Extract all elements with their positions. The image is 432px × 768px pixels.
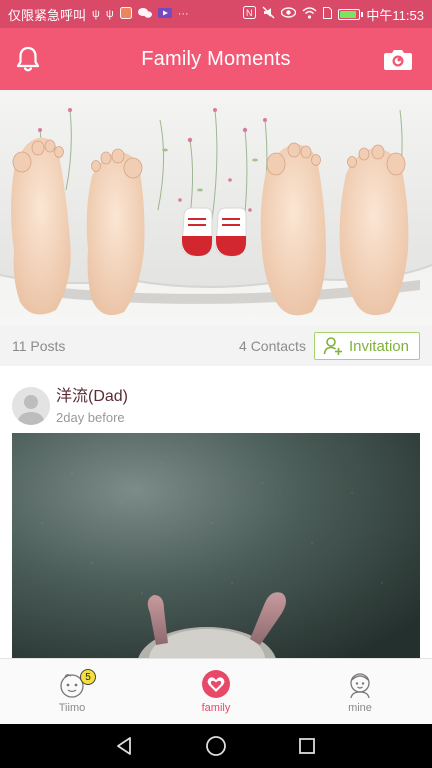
- tab-tiimo[interactable]: 5 Tiimo: [0, 659, 144, 724]
- usb-icon: ψ: [105, 8, 114, 20]
- tab-label: family: [201, 702, 231, 714]
- status-bar: 仅限紧急呼叫 ψ ψ ··· N 中午11:53: [0, 0, 432, 28]
- battery-level: [340, 10, 356, 18]
- stats-bar: 11 Posts 4 Contacts Invitation: [0, 326, 432, 366]
- carpet-photo: [12, 433, 420, 658]
- svg-text:N: N: [246, 8, 253, 18]
- post-header: 洋流(Dad) 2day before: [0, 366, 432, 432]
- nfc-icon: N: [243, 6, 257, 22]
- avatar[interactable]: [12, 386, 50, 425]
- default-avatar-icon: [12, 386, 50, 425]
- back-button[interactable]: [110, 731, 140, 761]
- carrier-text: 仅限紧急呼叫: [8, 7, 87, 23]
- family-heart-icon: [202, 670, 230, 698]
- app-icon: [119, 6, 132, 22]
- app-header: Family Moments: [0, 28, 432, 90]
- post-meta: 洋流(Dad) 2day before: [56, 387, 128, 425]
- tab-label: mine: [348, 702, 372, 714]
- recents-square-icon: [298, 738, 315, 754]
- back-triangle-icon: [117, 737, 132, 755]
- wechat-icon: [137, 7, 152, 22]
- post-time: 2day before: [56, 409, 125, 425]
- battery-icon: [338, 8, 364, 20]
- usb-icon: ψ: [92, 8, 100, 20]
- recents-button[interactable]: [292, 731, 322, 761]
- tab-family[interactable]: family: [144, 659, 288, 724]
- post-author[interactable]: 洋流(Dad): [56, 387, 128, 407]
- home-button[interactable]: [201, 731, 231, 761]
- contacts-count[interactable]: 4 Contacts: [239, 338, 306, 354]
- child-face-icon: [350, 673, 370, 699]
- moments-feed[interactable]: 洋流(Dad) 2day before: [0, 366, 432, 658]
- family-feet-illustration: [0, 90, 432, 326]
- notification-badge: 5: [80, 669, 96, 685]
- tab-mine[interactable]: mine: [288, 659, 432, 724]
- page-title: Family Moments: [141, 47, 291, 70]
- status-time: 中午11:53: [366, 7, 424, 23]
- system-navigation-bar: [0, 724, 432, 768]
- cover-photo[interactable]: [0, 90, 432, 326]
- add-person-icon: [323, 337, 342, 355]
- wifi-icon: [302, 6, 317, 22]
- camera-icon: [384, 50, 412, 70]
- invitation-button[interactable]: Invitation: [313, 332, 420, 360]
- notifications-button[interactable]: [10, 41, 46, 77]
- invitation-label: Invitation: [348, 337, 409, 355]
- posts-count: 11 Posts: [12, 338, 66, 354]
- post-photo[interactable]: [12, 433, 420, 658]
- camera-button[interactable]: [380, 41, 416, 77]
- video-icon: [157, 7, 172, 22]
- bottom-tab-bar: 5 Tiimo family mine: [0, 658, 432, 724]
- tab-label: Tiimo: [58, 702, 86, 714]
- bell-icon: [16, 46, 40, 72]
- eye-icon: [281, 7, 297, 21]
- more-icon: ···: [177, 8, 189, 20]
- mute-icon: [262, 6, 275, 22]
- sim-icon: [323, 6, 333, 22]
- home-circle-icon: [206, 736, 226, 756]
